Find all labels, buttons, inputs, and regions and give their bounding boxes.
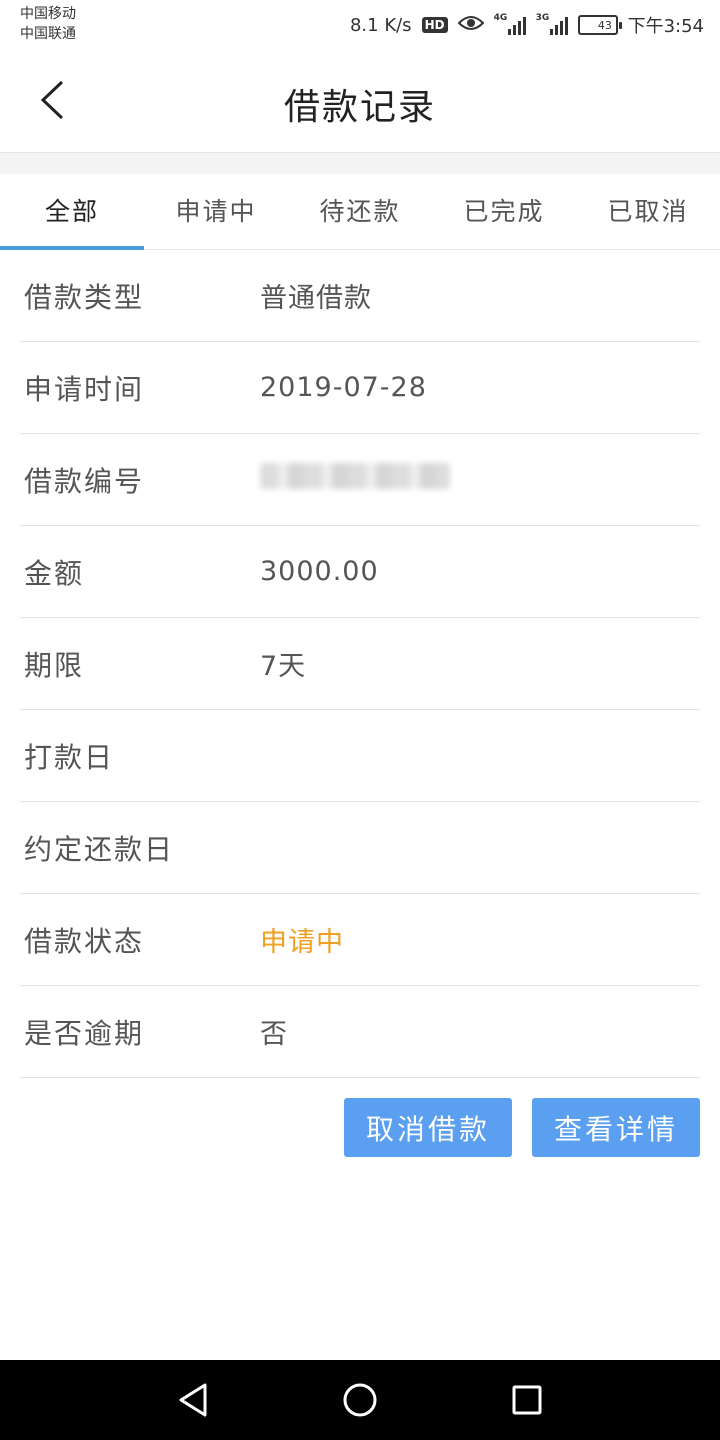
page-title: 借款记录	[283, 87, 436, 128]
network-speed: 8.1 K/s	[349, 14, 412, 36]
triangle-back-icon[interactable]	[163, 1370, 223, 1430]
carrier-info: 中国移动 中国联通	[20, 4, 76, 44]
battery-level: 43	[597, 18, 612, 32]
row-amount: 金额 3000.00	[20, 526, 700, 618]
loan-record: 借款类型 普通借款 申请时间 2019-07-28 借款编号 金额 3000.0…	[20, 250, 700, 1078]
system-nav-bar	[0, 1360, 720, 1440]
loan-number-label: 借款编号	[24, 464, 145, 498]
row-repay-date: 约定还款日	[20, 802, 700, 894]
row-overdue: 是否逾期 否	[20, 986, 700, 1078]
battery-icon: 43	[577, 15, 622, 35]
tab-bar: 全部 申请中 待还款 已完成 已取消	[0, 174, 720, 250]
row-loan-status: 借款状态 申请中	[20, 894, 700, 986]
loan-number-value	[260, 463, 450, 496]
apply-time-label: 申请时间	[24, 372, 145, 406]
signal-4g-icon: 4G	[494, 13, 526, 35]
repay-date-label: 约定还款日	[24, 832, 175, 866]
loan-status-label: 借款状态	[24, 924, 145, 958]
record-actions: 取消借款 查看详情	[344, 1098, 700, 1157]
payment-date-label: 打款日	[24, 740, 115, 774]
cancel-loan-button[interactable]: 取消借款	[344, 1098, 512, 1157]
square-recent-icon[interactable]	[497, 1370, 557, 1430]
tab-completed[interactable]: 已完成	[432, 174, 576, 249]
loan-type-value: 普通借款	[260, 283, 372, 314]
row-term: 期限 7天	[20, 618, 700, 710]
row-loan-number: 借款编号	[20, 434, 700, 526]
overdue-label: 是否逾期	[24, 1016, 145, 1050]
tab-applying[interactable]: 申请中	[144, 174, 288, 249]
overdue-value: 否	[260, 1019, 288, 1050]
loan-type-label: 借款类型	[24, 280, 145, 314]
clock: 下午3:54	[627, 16, 704, 37]
view-details-button[interactable]: 查看详情	[532, 1098, 700, 1157]
tab-cancelled[interactable]: 已取消	[576, 174, 720, 249]
redacted-number	[260, 463, 450, 489]
status-badge: 申请中	[260, 927, 344, 958]
term-value: 7天	[260, 651, 307, 682]
amount-label: 金额	[24, 556, 85, 590]
tab-all[interactable]: 全部	[0, 174, 144, 250]
carrier-1: 中国移动	[20, 6, 76, 22]
amount-value: 3000.00	[260, 556, 379, 587]
hd-badge: HD	[421, 17, 448, 33]
row-payment-date: 打款日	[20, 710, 700, 802]
status-icons: 8.1 K/s HD 4G 3G 43 下午3:54	[350, 12, 704, 38]
term-label: 期限	[24, 648, 85, 682]
app-header: 借款记录	[0, 50, 720, 152]
eye-icon	[457, 14, 484, 37]
signal-3g-icon: 3G	[536, 13, 568, 35]
apply-time-value: 2019-07-28	[260, 372, 427, 403]
status-bar: 中国移动 中国联通 8.1 K/s HD 4G 3G 43 下午3:54	[0, 0, 720, 50]
row-loan-type: 借款类型 普通借款	[20, 250, 700, 342]
row-apply-time: 申请时间 2019-07-28	[20, 342, 700, 434]
carrier-2: 中国联通	[20, 26, 76, 42]
tab-to-repay[interactable]: 待还款	[288, 174, 432, 249]
divider	[0, 152, 720, 174]
circle-home-icon[interactable]	[330, 1370, 390, 1430]
